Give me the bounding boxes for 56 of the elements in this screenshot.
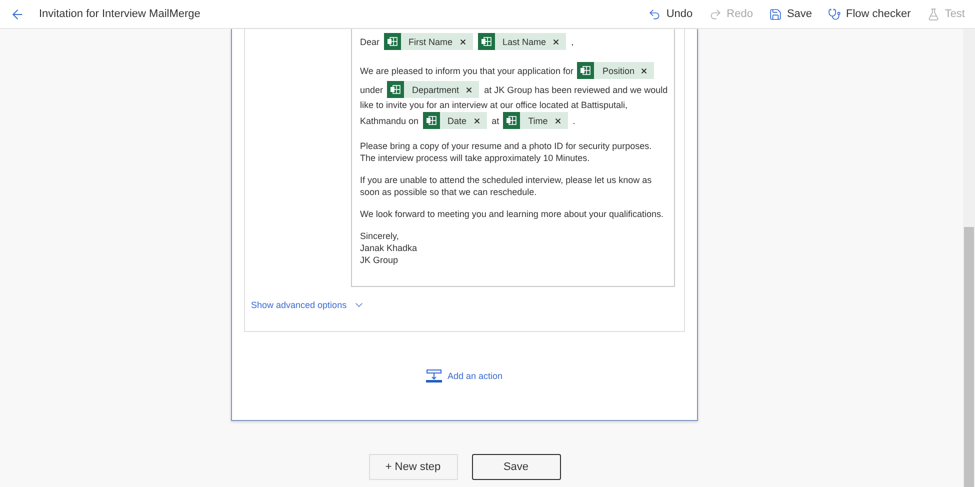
flow-title: Invitation for Interview MailMerge	[39, 8, 202, 20]
back-button[interactable]	[10, 6, 25, 22]
remove-token-button[interactable]	[554, 116, 562, 124]
undo-icon	[648, 8, 662, 20]
new-step-button[interactable]: + New step	[368, 454, 458, 480]
token-label: Last Name	[502, 36, 546, 48]
show-advanced-options-link[interactable]: Show advanced options	[251, 299, 365, 311]
token-label: Date	[448, 114, 467, 126]
token-label: First Name	[408, 36, 453, 48]
body-text: .	[572, 114, 576, 126]
token-label: Time	[528, 114, 548, 126]
body-paragraph: If you are unable to attend the scheduled interview, please let us know as soon as possible so that we can reschedule.	[360, 174, 653, 198]
signature-line: Sincerely,	[360, 231, 399, 241]
save-button[interactable]: Save	[472, 454, 560, 480]
body-paragraph: We look forward to meeting you and learning more about your qualifications.	[360, 208, 665, 220]
spreadsheet-icon	[478, 33, 495, 50]
save-button[interactable]: Save	[768, 8, 812, 20]
dynamic-content-token[interactable]: Last Name	[478, 33, 566, 50]
body-text: like to invite you for an interview at our office located at Battisputali,	[360, 99, 628, 111]
test-icon	[926, 8, 940, 20]
signature-line: Janak Khadka	[360, 243, 418, 253]
spreadsheet-icon	[503, 112, 520, 129]
body-text: under	[360, 84, 384, 96]
add-action-link[interactable]: Add an action	[426, 369, 503, 383]
checker-button[interactable]: Flow checker	[828, 8, 911, 20]
token-label: Department	[412, 84, 460, 96]
save-icon	[768, 8, 782, 20]
body-text: Dear	[360, 36, 380, 48]
insert-step-icon	[426, 369, 442, 383]
spreadsheet-icon	[422, 112, 440, 129]
body-text: ,	[571, 36, 574, 48]
spreadsheet-icon	[387, 81, 404, 98]
dynamic-content-token[interactable]: Position	[577, 62, 654, 79]
remove-token-button[interactable]	[552, 38, 560, 46]
remove-token-button[interactable]	[640, 66, 648, 74]
body-text: Kathmandu on	[360, 114, 419, 126]
redo-icon	[708, 8, 722, 20]
remove-token-button[interactable]	[472, 116, 481, 124]
signature-line: JK Group	[360, 255, 398, 265]
token-label: Position	[602, 64, 634, 76]
remove-token-button[interactable]	[458, 38, 467, 46]
undo-button[interactable]: Undo	[648, 8, 693, 20]
spreadsheet-icon	[577, 62, 594, 79]
email-body-field[interactable]	[351, 29, 675, 287]
dynamic-content-token[interactable]: Time	[503, 112, 568, 129]
scrollbar[interactable]	[963, 29, 975, 487]
body-text: We are pleased to inform you that your application for	[360, 64, 574, 76]
body-text: at JK Group has been reviewed and we would	[484, 84, 668, 96]
checker-icon	[828, 8, 842, 20]
body-paragraph: Please bring a copy of your resume and a photo ID for security purposes. The interview process will take approximately 10 Minutes.	[360, 140, 653, 164]
dynamic-content-token[interactable]: First Name	[384, 33, 473, 50]
dynamic-content-token[interactable]: Date	[422, 112, 487, 129]
dynamic-content-token[interactable]: Department	[387, 81, 480, 98]
body-text: at	[492, 114, 500, 126]
spreadsheet-icon	[384, 33, 401, 50]
remove-token-button[interactable]	[465, 86, 474, 94]
